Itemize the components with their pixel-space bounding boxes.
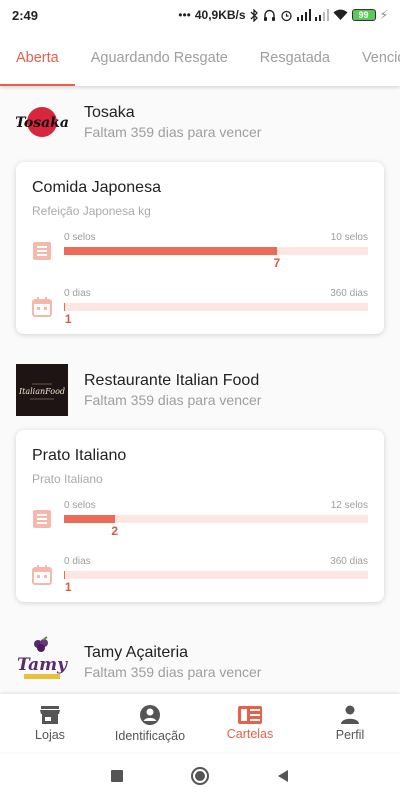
loyalty-card[interactable]: Comida Japonesa Refeição Japonesa kg 0 s… (16, 162, 384, 334)
stamps-min-label: 0 selos (64, 500, 96, 511)
nav-cartelas[interactable]: Cartelas (200, 694, 300, 752)
charging-icon: ⚡ (379, 8, 388, 22)
loyalty-card[interactable]: Prato Italiano Prato Italiano 0 selos 12… (16, 430, 384, 602)
store-logo-tamy: Tamy (16, 636, 68, 688)
stamps-fill (64, 515, 115, 523)
wifi-icon (333, 9, 348, 21)
days-fill (64, 303, 65, 311)
days-value: 1 (64, 580, 72, 594)
home-icon[interactable] (190, 766, 210, 786)
stamps-bar: 0 selos 12 selos 2 (64, 500, 368, 538)
dots-icon: ••• (178, 8, 191, 22)
signal-2-icon (314, 9, 329, 21)
logo-text-tosaka: Tosaka (16, 115, 68, 131)
stamps-max-label: 12 selos (330, 500, 368, 511)
card-title: Comida Japonesa (32, 179, 161, 196)
store-header[interactable]: ItalianFood Restaurante Italian Food Fal… (0, 354, 400, 426)
days-bar: 0 dias 360 dias 1 (64, 556, 368, 594)
list-icon (33, 510, 51, 528)
stamps-track (64, 247, 368, 255)
headphones-icon (263, 9, 276, 22)
store-logo-tosaka: Tosaka (16, 96, 68, 148)
card-title: Prato Italiano (32, 447, 127, 464)
card-icon (238, 705, 262, 724)
status-icons: ••• 40,9KB/s 99 ⚡ (178, 8, 388, 22)
tab-resgatada[interactable]: Resgatada (244, 30, 346, 86)
days-fill (64, 571, 65, 579)
recent-apps-icon[interactable] (110, 769, 124, 783)
days-min-label: 0 dias (64, 288, 91, 299)
logo-text-italian: ItalianFood (18, 387, 65, 396)
back-icon[interactable] (276, 769, 290, 783)
stamps-max-label: 10 selos (330, 232, 368, 243)
system-navigation-bar (0, 752, 400, 800)
bluetooth-icon (250, 8, 259, 22)
nav-label: Identificação (114, 728, 186, 743)
nav-label: Perfil (335, 727, 365, 742)
store-name: Restaurante Italian Food (84, 372, 260, 389)
card-subtitle: Prato Italiano (32, 472, 103, 486)
list-icon (33, 242, 51, 260)
store-expiry: Faltam 359 dias para vencer (84, 124, 262, 140)
store-name: Tosaka (84, 104, 135, 121)
nav-label: Lojas (35, 727, 65, 742)
days-track (64, 303, 368, 311)
stamps-fill (64, 247, 277, 255)
network-speed: 40,9KB/s (194, 8, 246, 22)
tab-aberta[interactable]: Aberta (0, 30, 75, 86)
stamps-min-label: 0 selos (64, 232, 96, 243)
calendar-icon (32, 565, 52, 585)
tab-bar: Aberta Aguardando Resgate Resgatada Venc… (0, 30, 400, 86)
days-track (64, 571, 368, 579)
person-icon (341, 705, 359, 724)
store-italian-food: ItalianFood Restaurante Italian Food Fal… (0, 354, 400, 602)
store-info: Restaurante Italian Food Faltam 359 dias… (84, 371, 261, 409)
card-subtitle: Refeição Japonesa kg (32, 204, 151, 218)
battery-icon: 99 (351, 9, 376, 21)
nav-label: Cartelas (226, 726, 274, 741)
days-progress: 0 dias 360 dias 1 (32, 288, 368, 332)
stamps-value: 7 (273, 256, 281, 270)
nav-identificacao[interactable]: Identificação (100, 694, 200, 752)
signal-icon (296, 9, 311, 21)
tab-aguardando-resgate[interactable]: Aguardando Resgate (75, 30, 244, 86)
store-logo-italian-food: ItalianFood (16, 364, 68, 416)
stamps-track (64, 515, 368, 523)
days-progress: 0 dias 360 dias 1 (32, 556, 368, 600)
days-max-label: 360 dias (330, 556, 368, 567)
stamps-value: 2 (111, 524, 119, 538)
logo-text-tamy: Tamy (17, 655, 68, 675)
status-time: 2:49 (12, 7, 39, 23)
stamps-progress: 0 selos 10 selos 7 (32, 232, 368, 276)
store-info: Tosaka Faltam 359 dias para vencer (84, 103, 261, 141)
calendar-icon (32, 297, 52, 317)
store-expiry: Faltam 359 dias para vencer (84, 392, 262, 408)
store-info: Tamy Açaiteria Faltam 359 dias para venc… (84, 643, 261, 681)
nav-lojas[interactable]: Lojas (0, 694, 100, 752)
stamps-progress: 0 selos 12 selos 2 (32, 500, 368, 544)
cards-list[interactable]: Tosaka Tosaka Faltam 359 dias para vence… (0, 86, 400, 694)
nav-perfil[interactable]: Perfil (300, 694, 400, 752)
store-icon (40, 705, 60, 724)
days-value: 1 (64, 312, 72, 326)
store-tamy-acaiteria: Tamy Tamy Açaiteria Faltam 359 dias para… (0, 626, 400, 694)
status-bar: 2:49 ••• 40,9KB/s 99 ⚡ (0, 0, 400, 30)
days-bar: 0 dias 360 dias 1 (64, 288, 368, 326)
store-expiry: Faltam 359 dias para vencer (84, 664, 262, 680)
store-tosaka: Tosaka Tosaka Faltam 359 dias para vence… (0, 86, 400, 334)
account-circle-icon (140, 704, 160, 725)
stamps-bar: 0 selos 10 selos 7 (64, 232, 368, 270)
store-name: Tamy Açaiteria (84, 644, 189, 661)
alarm-icon (280, 9, 293, 22)
days-min-label: 0 dias (64, 556, 91, 567)
tab-vencidas[interactable]: Vencidas (346, 30, 400, 86)
store-header[interactable]: Tamy Tamy Açaiteria Faltam 359 dias para… (0, 626, 400, 694)
days-max-label: 360 dias (330, 288, 368, 299)
store-header[interactable]: Tosaka Tosaka Faltam 359 dias para vence… (0, 86, 400, 158)
bottom-navigation: Lojas Identificação Cartelas Perfil (0, 694, 400, 752)
